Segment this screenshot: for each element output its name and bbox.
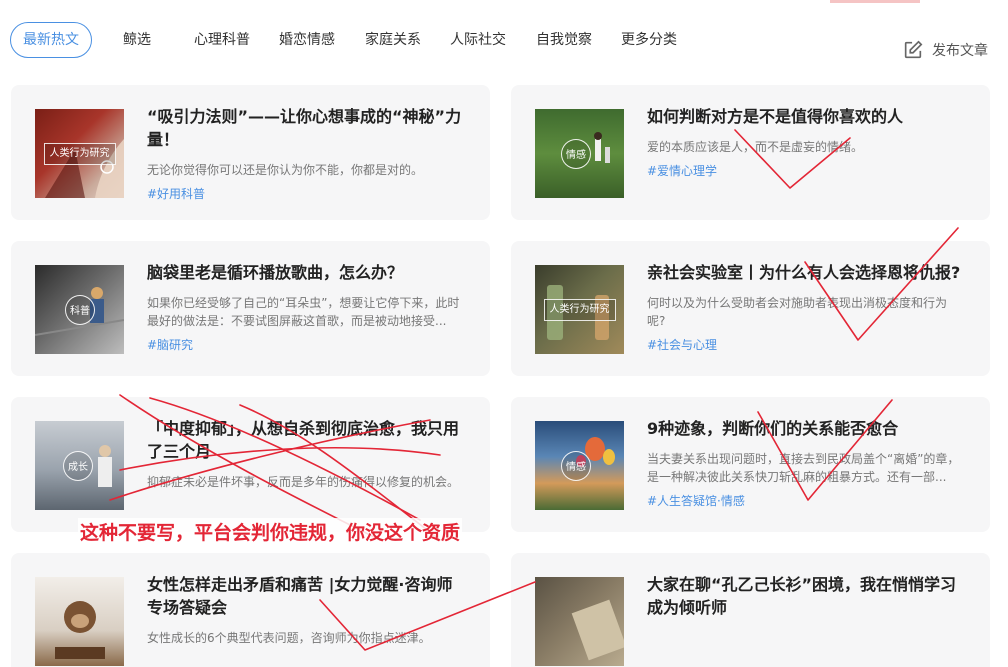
article-thumbnail: 科普: [35, 265, 124, 354]
tab-social[interactable]: 人际社交: [450, 22, 506, 58]
article-title[interactable]: “吸引力法则”——让你心想事成的“神秘”力量！: [147, 105, 462, 151]
article-tag[interactable]: #人生答疑馆·情感: [647, 492, 962, 509]
edit-icon: [904, 40, 923, 59]
article-tag[interactable]: #社会与心理: [647, 336, 962, 353]
article-thumbnail: 情感: [535, 109, 624, 198]
need-sign-photo-icon: [571, 599, 624, 661]
tab-self-awareness[interactable]: 自我觉察: [536, 22, 592, 58]
thumbnail-badge: 情感: [561, 450, 591, 481]
article-tag[interactable]: #爱情心理学: [647, 162, 962, 179]
article-description: 无论你觉得你可以还是你认为你不能，你都是对的。: [147, 163, 424, 177]
tab-latest[interactable]: 最新热文: [10, 22, 92, 58]
article-tag[interactable]: #脑研究: [147, 336, 462, 353]
thumbnail-badge: 成长: [63, 450, 93, 481]
publish-label: 发布文章: [932, 43, 988, 59]
article-title[interactable]: 大家在聊“孔乙己长衫”困境，我在悄悄学习成为倾听师: [647, 573, 962, 619]
article-tag[interactable]: #好用科普: [147, 185, 462, 202]
article-card[interactable]: 人类行为研究 “吸引力法则”——让你心想事成的“神秘”力量！ 无论你觉得你可以还…: [11, 85, 490, 220]
thumbnail-badge: 人类行为研究: [43, 142, 116, 165]
article-thumbnail: 情感: [535, 421, 624, 510]
article-description: 女性成长的6个典型代表问题，咨询师为你指点迷津。: [147, 631, 431, 645]
article-card[interactable]: 科普 脑袋里老是循环播放歌曲，怎么办？ 如果你已经受够了自己的“耳朵虫”，想要让…: [11, 241, 490, 376]
article-description: 爱的本质应该是人，而不是虚妄的情绪。: [647, 140, 864, 154]
article-thumbnail: 人类行为研究: [35, 109, 124, 198]
article-title[interactable]: 9种迹象，判断你们的关系能否愈合: [647, 417, 962, 440]
thumbnail-badge: 人类行为研究: [543, 298, 616, 321]
top-accent-bar: [830, 0, 920, 3]
monkey-photo-icon: [55, 601, 105, 659]
annotation-warning-text: 这种不要写，平台会判你违规，你没这个资质: [78, 518, 463, 545]
article-description: 当夫妻关系出现问题时，直接去到民政局盖个“离婚”的章，是一种解决彼此关系快刀斩乱…: [647, 452, 960, 484]
article-description: 何时以及为什么受助者会对施助者表现出消极态度和行为呢?: [647, 296, 948, 328]
thumbnail-badge: 科普: [65, 294, 95, 325]
publish-article-button[interactable]: 发布文章: [902, 38, 988, 62]
article-card[interactable]: 女性怎样走出矛盾和痛苦 |女力觉醒·咨询师专场答疑会 女性成长的6个典型代表问题…: [11, 553, 490, 667]
article-title[interactable]: 女性怎样走出矛盾和痛苦 |女力觉醒·咨询师专场答疑会: [147, 573, 462, 619]
article-thumbnail: [35, 577, 124, 666]
article-card[interactable]: 成长 「中度抑郁」，从想自杀到彻底治愈，我只用了三个月 抑郁症未必是件坏事，反而…: [11, 397, 490, 532]
article-description: 抑郁症未必是件坏事，反而是多年的伤痛得以修复的机会。: [147, 475, 460, 489]
article-title[interactable]: 如何判断对方是不是值得你喜欢的人: [647, 105, 962, 128]
article-card[interactable]: 情感 如何判断对方是不是值得你喜欢的人 爱的本质应该是人，而不是虚妄的情绪。 #…: [511, 85, 990, 220]
article-thumbnail: 成长: [35, 421, 124, 510]
article-thumbnail: [535, 577, 624, 666]
tab-family[interactable]: 家庭关系: [365, 22, 421, 58]
article-card[interactable]: 人类行为研究 亲社会实验室丨为什么有人会选择恩将仇报? 何时以及为什么受助者会对…: [511, 241, 990, 376]
article-title[interactable]: 脑袋里老是循环播放歌曲，怎么办？: [147, 261, 462, 284]
article-card[interactable]: 大家在聊“孔乙己长衫”困境，我在悄悄学习成为倾听师: [511, 553, 990, 667]
category-nav: 最新热文 鲸选 心理科普 婚恋情感 家庭关系 人际社交 自我觉察 更多分类: [10, 22, 1000, 58]
tab-jingxuan[interactable]: 鲸选: [123, 22, 151, 58]
tab-love-emotion[interactable]: 婚恋情感: [279, 22, 335, 58]
article-card[interactable]: 情感 9种迹象，判断你们的关系能否愈合 当夫妻关系出现问题时，直接去到民政局盖个…: [511, 397, 990, 532]
article-title[interactable]: 亲社会实验室丨为什么有人会选择恩将仇报?: [647, 261, 962, 284]
tab-more-categories[interactable]: 更多分类: [621, 22, 677, 58]
article-title[interactable]: 「中度抑郁」，从想自杀到彻底治愈，我只用了三个月: [147, 417, 462, 463]
article-thumbnail: 人类行为研究: [535, 265, 624, 354]
tab-psychology-science[interactable]: 心理科普: [194, 22, 250, 58]
thumbnail-badge: 情感: [561, 138, 591, 169]
article-description: 如果你已经受够了自己的“耳朵虫”，想要让它停下来，此时最好的做法是：不要试图屏蔽…: [147, 296, 460, 328]
